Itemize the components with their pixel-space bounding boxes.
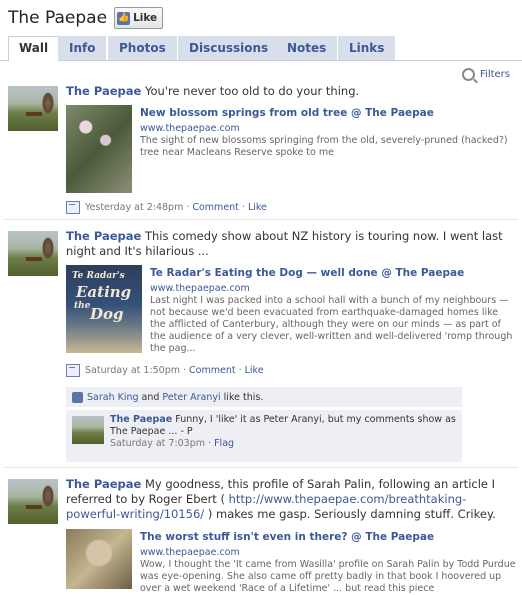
post-author[interactable]: The Paepae (66, 229, 141, 243)
search-icon (462, 68, 476, 81)
attachment-description: Last night I was packed into a school ha… (150, 295, 513, 354)
tab-notes[interactable]: Notes (276, 36, 338, 60)
post-author[interactable]: The Paepae (66, 84, 141, 98)
attachment-title[interactable]: Te Radar's Eating the Dog — well done @ … (150, 266, 516, 280)
tab-bar: Wall Info Photos Discussions Notes Links (0, 36, 522, 62)
post-text: You're never too old to do your thing. (144, 84, 360, 98)
divider (4, 219, 518, 220)
likes-and: and (141, 391, 160, 403)
like-link[interactable]: Like (245, 365, 264, 376)
filters-label: Filters (480, 69, 510, 80)
link-icon (66, 201, 80, 214)
comment-link[interactable]: Comment (192, 202, 239, 213)
divider (4, 467, 518, 468)
thumbs-up-icon: 👍 (117, 11, 131, 25)
attachment-title[interactable]: The worst stuff isn't even in there? @ T… (140, 530, 516, 544)
link-attachment: The worst stuff isn't even in there? @ T… (66, 529, 516, 594)
like-page-label: Like (133, 12, 158, 24)
comment-link[interactable]: Comment (189, 365, 236, 376)
page-title: The Paepae (8, 8, 108, 28)
likes-suffix: like this. (223, 391, 264, 403)
comment: The Paepae Funny, I 'like' it as Peter A… (66, 409, 462, 462)
post-message: The Paepae You're never too old to do yo… (66, 84, 516, 99)
attachment-thumbnail[interactable]: Te Radar's Eating the Dog (66, 265, 142, 353)
tab-discussions[interactable]: Discussions (178, 36, 280, 60)
comment-timestamp: Saturday at 7:03pm (110, 438, 206, 449)
link-attachment: New blossom springs from old tree @ The … (66, 105, 516, 195)
attachment-thumbnail[interactable] (66, 529, 132, 589)
comment-avatar[interactable] (72, 416, 104, 444)
avatar[interactable] (8, 86, 58, 131)
attachment-title[interactable]: New blossom springs from old tree @ The … (140, 106, 516, 120)
post-timestamp[interactable]: Yesterday at 2:48pm (85, 202, 183, 213)
post-message: The Paepae This comedy show about NZ his… (66, 229, 516, 259)
post-timestamp[interactable]: Saturday at 1:50pm (85, 365, 180, 376)
attachment-url[interactable]: www.thepaepae.com (140, 122, 516, 135)
image-text: Dog (90, 305, 124, 323)
image-text: the (74, 301, 91, 311)
like-page-button[interactable]: 👍 Like (114, 7, 164, 29)
link-icon (66, 364, 80, 377)
liker-link[interactable]: Peter Aranyi (162, 392, 220, 403)
avatar[interactable] (8, 231, 58, 276)
filters-link[interactable]: Filters (462, 68, 510, 81)
attachment-url[interactable]: www.thepaepae.com (140, 546, 516, 559)
image-text: Eating (76, 283, 132, 301)
post-meta: Yesterday at 2:48pm · Comment · Like (66, 201, 267, 214)
attachment-description: Wow, I thought the 'It came from Wasilla… (140, 559, 516, 594)
tab-info[interactable]: Info (58, 36, 107, 60)
tab-photos[interactable]: Photos (108, 36, 177, 60)
attachment-description: The sight of new blossoms springing from… (140, 135, 508, 158)
comment-author[interactable]: The Paepae (110, 414, 172, 425)
post-text: ) makes me gasp. Seriously damning stuff… (207, 507, 496, 521)
flag-link[interactable]: Flag (214, 438, 234, 449)
likes-summary: Sarah King and Peter Aranyi like this. (66, 387, 462, 407)
link-attachment: Te Radar's Eating the Dog Te Radar's Eat… (66, 265, 516, 365)
post-meta: Saturday at 1:50pm · Comment · Like (66, 364, 264, 377)
attachment-url[interactable]: www.thepaepae.com (150, 282, 516, 295)
post-author[interactable]: The Paepae (66, 477, 141, 491)
image-text: Te Radar's (72, 271, 125, 281)
attachment-thumbnail[interactable] (66, 105, 132, 193)
post-message: The Paepae My goodness, this profile of … (66, 477, 516, 522)
thumbs-up-icon (72, 391, 83, 403)
liker-link[interactable]: Sarah King (87, 392, 139, 403)
tab-wall[interactable]: Wall (8, 36, 60, 62)
avatar[interactable] (8, 479, 58, 524)
like-link[interactable]: Like (248, 202, 267, 213)
tab-links[interactable]: Links (338, 36, 396, 60)
page-header: The Paepae 👍 Like (8, 5, 164, 31)
